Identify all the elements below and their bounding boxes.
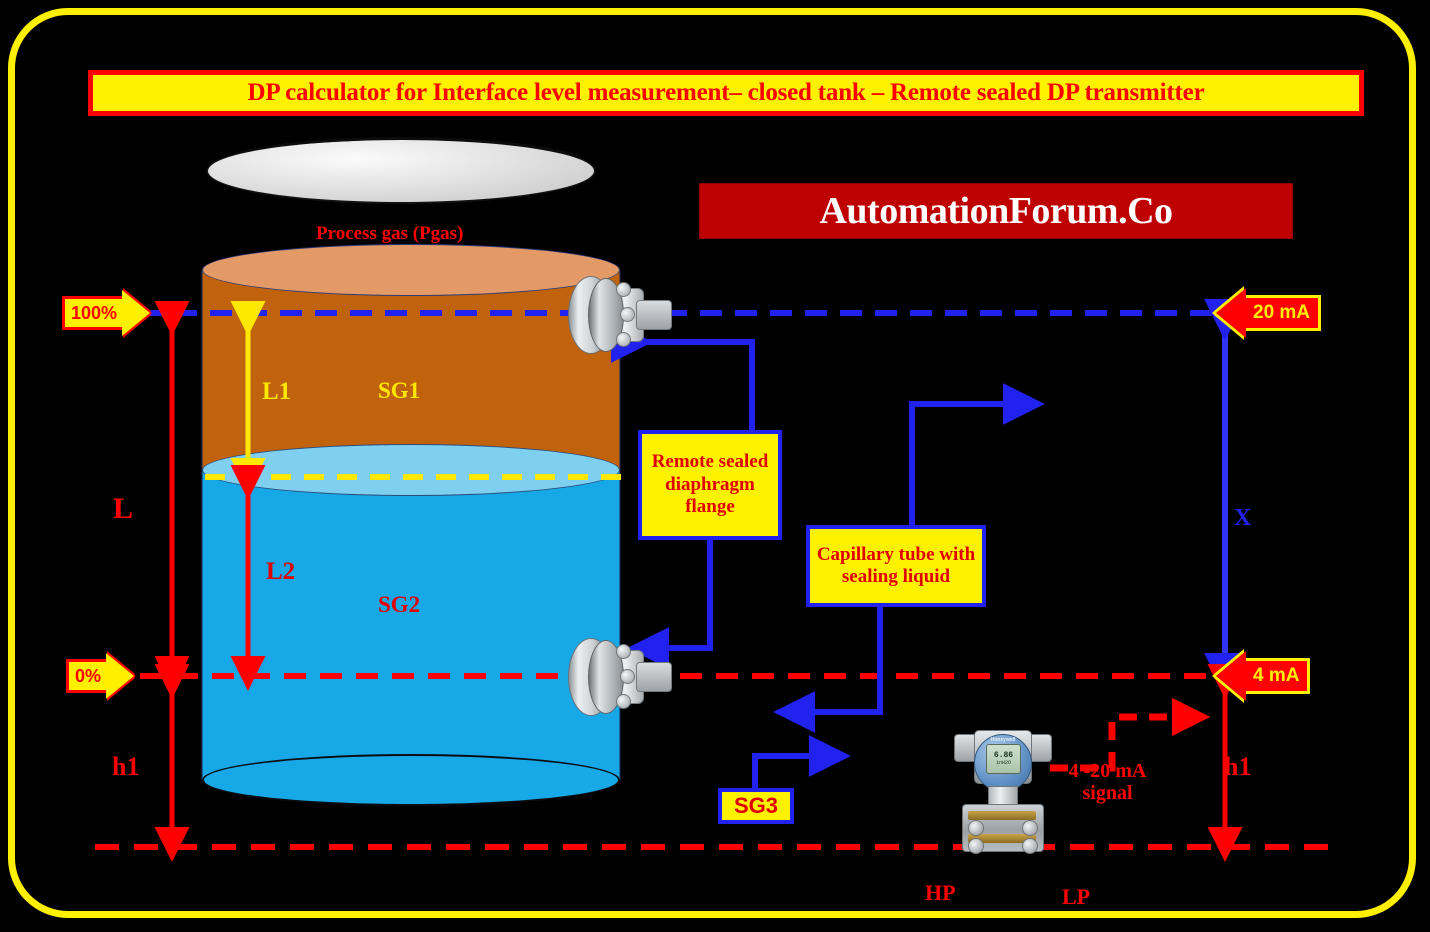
signal-label: 4 -20 mA signal: [1068, 760, 1147, 805]
manifold-nut: [968, 838, 984, 854]
lower-range-label: 0%: [75, 665, 102, 686]
transmitter-display-units: inH2O: [995, 760, 1011, 766]
sg3-callout: SG3: [718, 788, 794, 824]
flange-bolt: [616, 694, 631, 709]
lower-current-arrowhead: [1216, 651, 1246, 701]
lower-range-arrowhead: [106, 653, 135, 699]
lower-height-label: L2: [266, 558, 296, 585]
upper-range-marker: 100%: [62, 290, 151, 336]
capillary-height-label: X: [1234, 505, 1252, 531]
lower-fluid-sg-label: SG2: [378, 592, 421, 617]
capillary-callout: Capillary tube with sealing liquid: [806, 525, 986, 607]
manifold-nut: [1022, 838, 1038, 854]
flange-bolt: [616, 282, 631, 297]
flange-callout-tail: [627, 538, 713, 669]
upper-range-label: 100%: [71, 302, 118, 323]
process-gas-label: Process gas (Pgas): [316, 223, 464, 244]
lower-current-label: 4 mA: [1253, 665, 1300, 686]
diagram-canvas: DP calculator for Interface level measur…: [0, 0, 1430, 932]
flange-bolt: [620, 669, 635, 684]
dp-transmitter: Honeywell 6.86 inH2O: [948, 716, 1054, 854]
flange-neck: [636, 662, 672, 692]
transmitter-display-value: 6.86: [993, 751, 1014, 760]
upper-range-body: 100%: [62, 296, 124, 330]
upper-diaphragm-flange: [568, 276, 676, 354]
upper-range-arrowhead: [122, 290, 151, 336]
sg3-callout-text: SG3: [733, 793, 779, 819]
upper-fluid-sg-label: SG1: [378, 378, 421, 403]
lower-diaphragm-flange: [568, 638, 676, 716]
lower-current-body: 4 mA: [1245, 658, 1311, 694]
upper-current-label: 20 mA: [1253, 302, 1311, 323]
capillary-callout-text: Capillary tube with sealing liquid: [816, 543, 976, 587]
lower-range-body: 0%: [66, 659, 108, 693]
high-pressure-port-label: HP: [925, 880, 956, 905]
upper-height-label: L1: [262, 378, 292, 405]
span-label: L: [113, 492, 134, 525]
flange-callout: Remote sealed diaphragm flange: [638, 430, 782, 540]
lower-range-marker: 0%: [66, 653, 135, 699]
offset-label-right: h1: [1224, 752, 1252, 781]
low-pressure-port-label: LP: [1062, 884, 1091, 909]
transmitter-display: 6.86 inH2O: [986, 744, 1021, 774]
lower-current-marker: 4 mA: [1216, 651, 1311, 701]
upper-capillary-line: [610, 321, 755, 432]
flange-callout-text: Remote sealed diaphragm flange: [651, 451, 769, 518]
flange-bolt: [616, 644, 631, 659]
upper-current-marker: 20 mA: [1216, 288, 1322, 338]
flange-bolt: [620, 307, 635, 322]
sg3-callout-pointer: [752, 735, 851, 790]
capillary-callout-pointer-up: [909, 383, 1045, 533]
transmitter-brand-label: Honeywell: [990, 737, 1016, 743]
flange-bolt: [616, 332, 631, 347]
manifold-nut: [968, 820, 984, 836]
capillary-callout-pointer-down: [773, 604, 883, 733]
manifold-nut: [1022, 820, 1038, 836]
upper-current-arrowhead: [1216, 288, 1246, 338]
manifold-gasket-upper: [968, 811, 1036, 820]
flange-neck: [636, 300, 672, 330]
upper-current-body: 20 mA: [1245, 295, 1322, 331]
offset-label-left: h1: [112, 752, 140, 781]
